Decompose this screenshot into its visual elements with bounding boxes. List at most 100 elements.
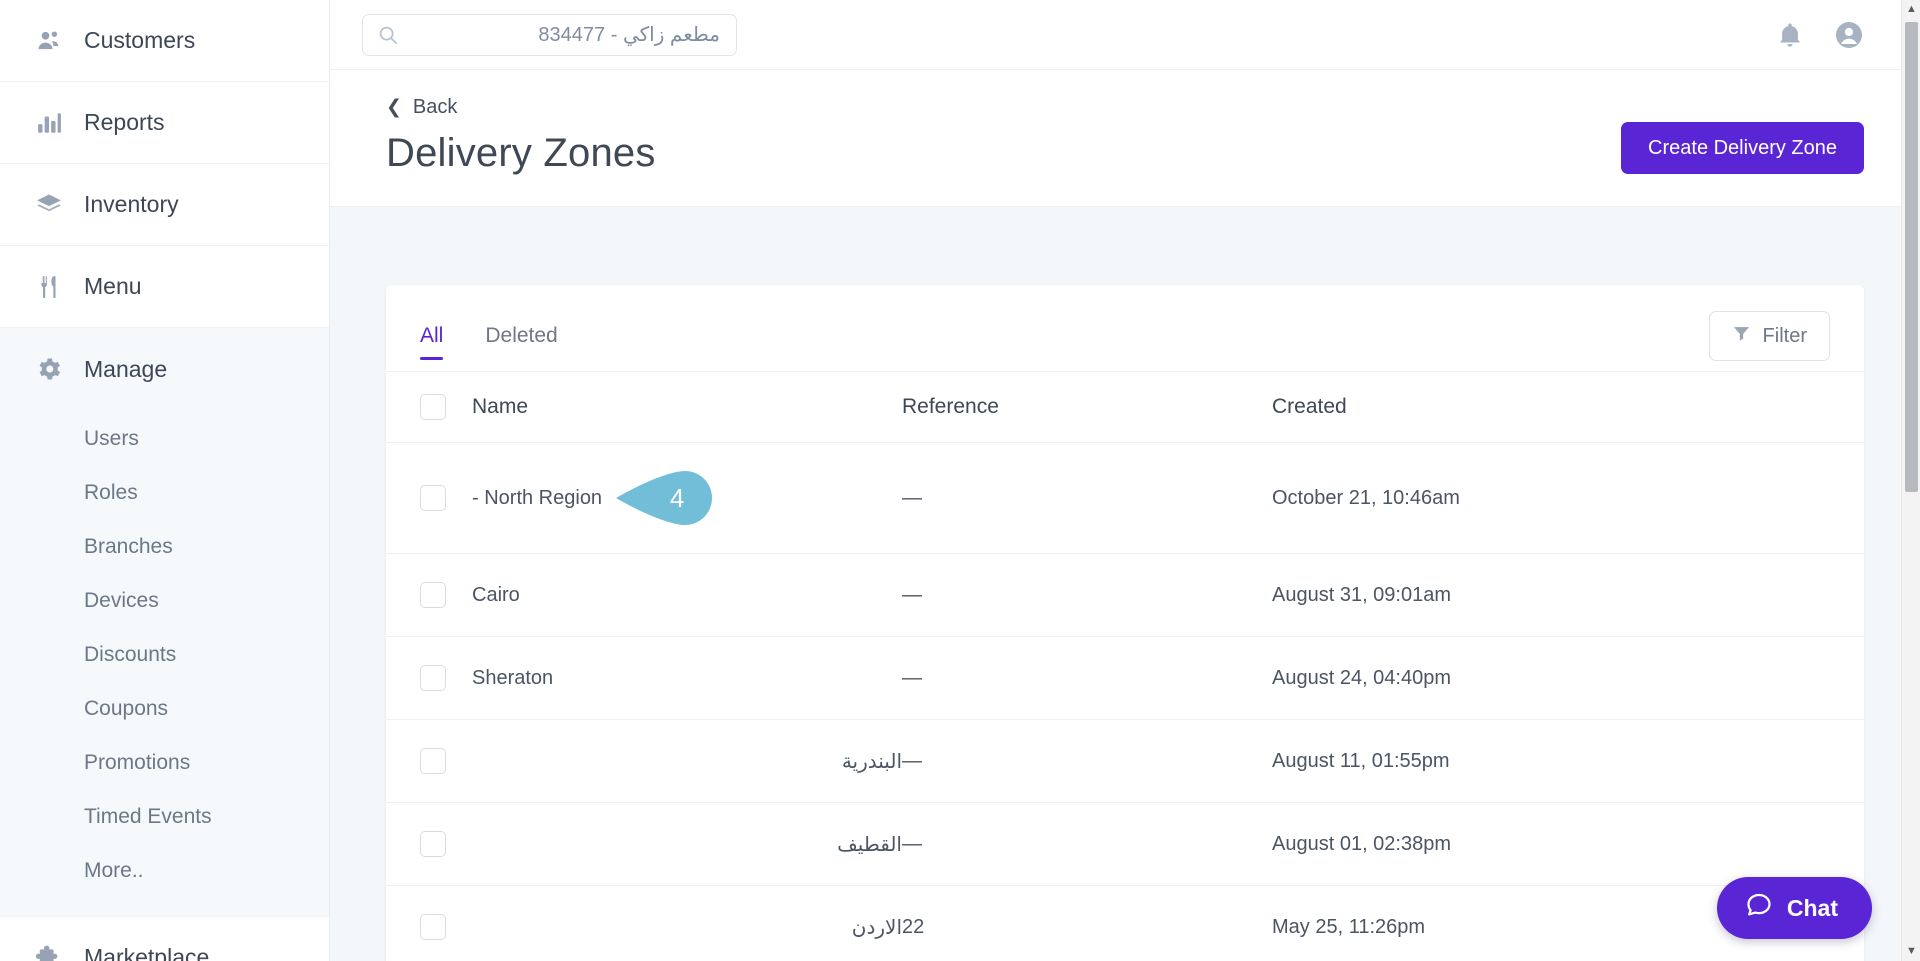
cell-name: - North Region 4 [472,442,902,554]
main-content: ❮ Back Delivery Zones Create Delivery Zo… [330,0,1920,961]
cell-reference: — [902,636,1272,720]
tab-deleted[interactable]: Deleted [485,324,557,360]
sidebar-item-manage[interactable]: Manage [0,328,329,410]
row-select-cell [386,553,472,637]
chevron-left-icon: ❮ [386,97,402,118]
select-all-checkbox[interactable] [420,394,446,420]
sidebar-item-customers[interactable]: Customers [0,0,329,82]
sidebar-item-inventory[interactable]: Inventory [0,164,329,246]
cell-name: البندرية [472,719,902,803]
row-checkbox[interactable] [420,485,446,511]
subnav-label: Discounts [84,643,177,666]
topbar-actions [1776,20,1864,50]
subnav-label: Roles [84,481,138,504]
sidebar-item-users[interactable]: Users [0,412,329,466]
bell-icon[interactable] [1776,21,1804,49]
sidebar-item-timed-events[interactable]: Timed Events [0,790,329,844]
tab-bar: All Deleted [420,324,558,360]
column-header-created[interactable]: Created [1272,371,1864,443]
funnel-icon [1732,324,1751,349]
chat-bubble-icon [1745,891,1773,925]
page-scrollbar[interactable]: ▲ ▼ [1901,0,1920,961]
sidebar-item-roles[interactable]: Roles [0,466,329,520]
select-all-cell [386,371,472,443]
filter-label: Filter [1762,324,1807,347]
sidebar: Customers Reports Inventory Menu Manage … [0,0,330,961]
cell-created: August 31, 09:01am [1272,553,1864,637]
gear-icon [34,354,64,384]
chat-widget-button[interactable]: Chat [1716,877,1872,939]
subnav-label: Timed Events [84,805,212,828]
row-select-cell [386,885,472,961]
delivery-zones-card: All Deleted Filter Name Reference Create… [386,285,1864,961]
cell-created: August 01, 02:38pm [1272,802,1864,886]
table-row[interactable]: البندرية — August 11, 01:55pm [386,719,1864,803]
sidebar-item-devices[interactable]: Devices [0,574,329,628]
tab-all[interactable]: All [420,324,444,360]
sidebar-item-label: Menu [84,273,142,299]
sidebar-item-more[interactable]: More.. [0,844,329,898]
search-input[interactable] [409,22,722,47]
sidebar-item-label: Manage [84,355,168,382]
manage-subnav: Users Roles Branches Devices Discounts C… [0,410,329,916]
create-delivery-zone-button[interactable]: Create Delivery Zone [1621,122,1864,174]
step-badge: 4 [616,471,713,525]
delivery-zones-table: Name Reference Created - North Region 4 … [386,371,1864,961]
cell-created: August 11, 01:55pm [1272,719,1864,803]
column-header-reference[interactable]: Reference [902,371,1272,443]
subnav-label: Promotions [84,751,191,774]
subnav-label: Branches [84,535,173,558]
menu-icon [34,272,64,302]
sidebar-item-coupons[interactable]: Coupons [0,682,329,736]
scrollbar-thumb[interactable] [1905,22,1918,492]
row-select-cell [386,802,472,886]
row-checkbox[interactable] [420,914,446,940]
search-wrapper [362,13,737,56]
sidebar-item-branches[interactable]: Branches [0,520,329,574]
table-header-row: Name Reference Created [386,371,1864,443]
zone-name: - North Region [472,486,603,509]
cell-name: Cairo [472,553,902,637]
scroll-up-arrow[interactable]: ▲ [1905,3,1918,16]
inventory-icon [34,190,64,220]
cell-reference: — [902,442,1272,554]
app-root: Customers Reports Inventory Menu Manage … [0,0,1920,961]
sidebar-item-promotions[interactable]: Promotions [0,736,329,790]
sidebar-item-menu[interactable]: Menu [0,246,329,328]
back-link[interactable]: ❮ Back [386,96,457,119]
step-badge-number: 4 [669,482,685,513]
row-select-cell [386,636,472,720]
row-checkbox[interactable] [420,831,446,857]
topbar [330,0,1920,70]
content-area: All Deleted Filter Name Reference Create… [330,207,1920,961]
row-select-cell [386,442,472,554]
sidebar-item-discounts[interactable]: Discounts [0,628,329,682]
cell-name: الاردن [472,885,902,961]
user-avatar-icon[interactable] [1834,20,1864,50]
table-row[interactable]: - North Region 4 — October 21, 10:46am [386,442,1864,554]
search-box[interactable] [362,13,737,56]
sidebar-item-reports[interactable]: Reports [0,82,329,164]
table-row[interactable]: Sheraton — August 24, 04:40pm [386,636,1864,720]
scroll-down-arrow[interactable]: ▼ [1905,945,1918,958]
table-row[interactable]: القطيف — August 01, 02:38pm [386,802,1864,886]
cell-reference: — [902,719,1272,803]
table-row[interactable]: الاردن 22 May 25, 11:26pm [386,885,1864,961]
filter-button[interactable]: Filter [1708,311,1830,361]
column-header-name[interactable]: Name [472,371,902,443]
sidebar-item-label: Marketplace [84,943,210,961]
row-checkbox[interactable] [420,582,446,608]
table-row[interactable]: Cairo — August 31, 09:01am [386,553,1864,637]
cell-reference: 22 [902,885,1272,961]
row-select-cell [386,719,472,803]
table-body: - North Region 4 — October 21, 10:46am C… [386,442,1864,961]
cell-created: October 21, 10:46am [1272,442,1864,554]
sidebar-item-marketplace[interactable]: Marketplace [0,916,329,961]
subnav-label: Devices [84,589,159,612]
row-checkbox[interactable] [420,665,446,691]
sidebar-item-label: Customers [84,27,196,53]
subnav-label: Coupons [84,697,169,720]
search-icon [377,24,399,46]
row-checkbox[interactable] [420,748,446,774]
puzzle-icon [34,942,64,961]
